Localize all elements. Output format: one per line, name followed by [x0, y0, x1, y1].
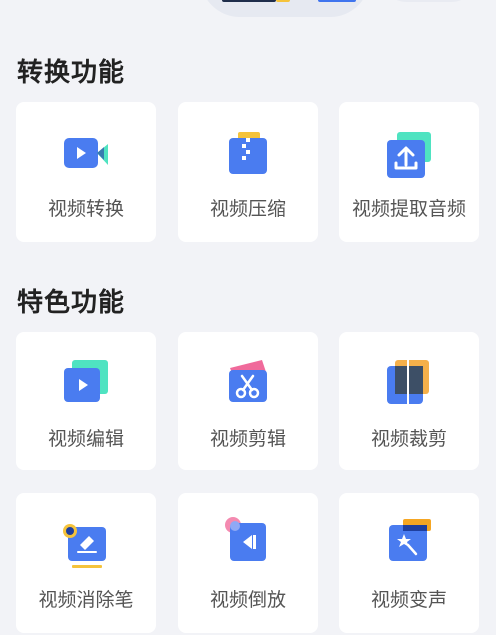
feature-card-video-compress[interactable]: 视频压缩 [178, 102, 318, 242]
feature-card-video-edit[interactable]: 视频编辑 [16, 332, 156, 470]
eraser-icon [62, 521, 110, 569]
scissors-icon [224, 360, 272, 408]
section-title-featured: 特色功能 [17, 288, 126, 318]
feature-label: 视频转换 [47, 198, 124, 220]
magic-voice-icon [385, 517, 433, 565]
top-banner-illustration-secondary [384, 0, 474, 2]
video-camera-icon [62, 132, 110, 180]
feature-card-video-crop[interactable]: 视频裁剪 [339, 332, 479, 470]
feature-label: 视频变声 [370, 589, 447, 611]
zip-compress-icon [224, 132, 272, 180]
feature-label: 视频提取音频 [351, 198, 466, 220]
banner-bar [276, 0, 290, 2]
feature-label: 视频压缩 [209, 198, 286, 220]
reverse-play-icon [224, 517, 272, 565]
feature-label: 视频剪辑 [209, 428, 286, 450]
feature-label: 视频消除笔 [38, 589, 134, 611]
crop-icon [385, 360, 433, 408]
top-banner-illustration [200, 0, 370, 17]
feature-card-video-eraser[interactable]: 视频消除笔 [16, 493, 156, 633]
feature-card-extract-audio[interactable]: 视频提取音频 [339, 102, 479, 242]
feature-label: 视频裁剪 [370, 428, 447, 450]
feature-card-voice-change[interactable]: 视频变声 [339, 493, 479, 633]
feature-label: 视频编辑 [47, 428, 124, 450]
feature-card-video-cut[interactable]: 视频剪辑 [178, 332, 318, 470]
upload-extract-icon [385, 132, 433, 180]
banner-bar [318, 0, 356, 2]
play-edit-icon [62, 360, 110, 408]
banner-bar [222, 0, 276, 2]
section-title-conversion: 转换功能 [17, 58, 126, 88]
feature-card-video-reverse[interactable]: 视频倒放 [178, 493, 318, 633]
feature-label: 视频倒放 [209, 589, 286, 611]
feature-card-video-convert[interactable]: 视频转换 [16, 102, 156, 242]
